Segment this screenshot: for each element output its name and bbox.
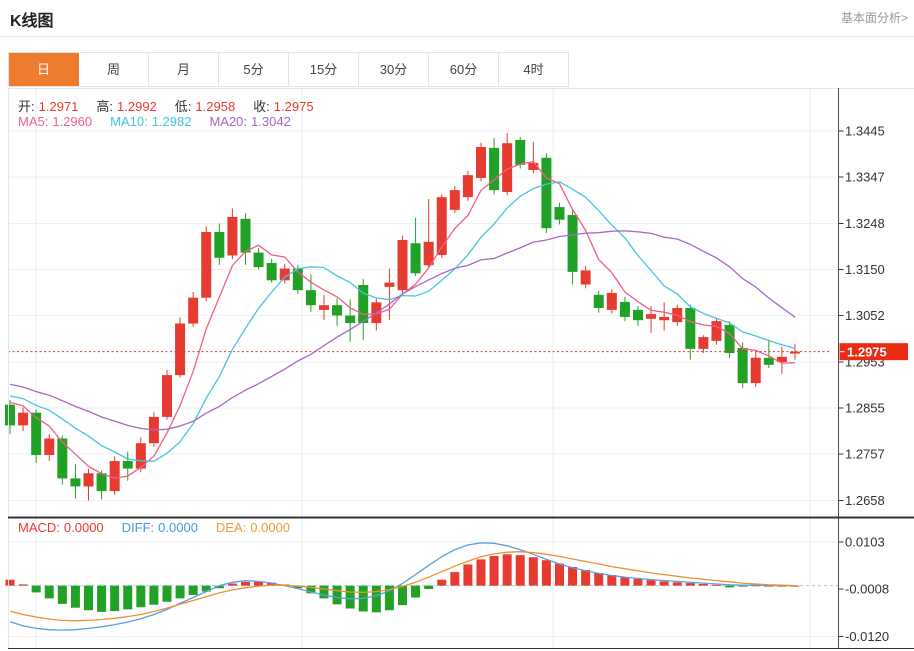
ma-label: MA5: xyxy=(18,114,48,129)
macd-info-item-1: DIFF:0.0000 xyxy=(122,520,202,535)
main-axis-labels: 1.34451.33471.32481.31501.30521.29531.28… xyxy=(838,124,885,509)
ohlc-label: 开: xyxy=(18,99,35,114)
ohlc-value: 1.2971 xyxy=(39,99,79,114)
ohlc-value: 1.2958 xyxy=(195,99,235,114)
grid-lines xyxy=(8,88,838,649)
ma-label: MA20: xyxy=(209,114,247,129)
ohlc-item-2: 低:1.2958 xyxy=(175,99,239,114)
macd-info-label: DEA: xyxy=(216,520,246,535)
ma-value: 1.2960 xyxy=(52,114,92,129)
ma-label: MA10: xyxy=(110,114,148,129)
main-axis-label: 1.3052 xyxy=(845,308,885,323)
ohlc-item-0: 开: 1.2971 xyxy=(18,99,82,114)
ma-item-1: MA10: 1.2982 xyxy=(110,114,195,129)
macd-info-item-0: MACD: 0.0000 xyxy=(18,520,108,535)
main-axis-label: 1.2855 xyxy=(845,401,885,416)
ma-value: 1.2982 xyxy=(152,114,192,129)
price-badge: 1.2975 xyxy=(840,343,909,360)
kline-page: { "header": { "title": "K线图", "link_labe… xyxy=(0,0,914,651)
ohlc-label: 收: xyxy=(253,99,270,114)
macd-axis-label: 0.0103 xyxy=(845,535,885,550)
ohlc-value: 1.2975 xyxy=(274,99,314,114)
tab-2[interactable]: 月 xyxy=(149,53,219,86)
main-axis-label: 1.3248 xyxy=(845,216,885,231)
interval-tabs: 日周月5分15分30分60分4时 xyxy=(8,52,569,87)
macd-info-label: DIFF: xyxy=(122,520,155,535)
ohlc-value: 1.2992 xyxy=(117,99,157,114)
ma-info-row: MA5: 1.2960 MA10: 1.2982 MA20: 1.3042 xyxy=(18,114,309,129)
ohlc-item-1: 高: 1.2992 xyxy=(96,99,160,114)
ma-value: 1.3042 xyxy=(251,114,291,129)
main-axis-label: 1.3445 xyxy=(845,124,885,139)
ma-item-0: MA5: 1.2960 xyxy=(18,114,96,129)
tab-1[interactable]: 周 xyxy=(79,53,149,86)
tab-6[interactable]: 60分 xyxy=(429,53,499,86)
tab-7[interactable]: 4时 xyxy=(499,53,568,86)
price-badge-value: 1.2975 xyxy=(847,344,887,359)
main-axis-label: 1.2757 xyxy=(845,447,885,462)
macd-axis-label: -0.0120 xyxy=(845,629,889,644)
tab-5[interactable]: 30分 xyxy=(359,53,429,86)
tab-3[interactable]: 5分 xyxy=(219,53,289,86)
main-axis-label: 1.3150 xyxy=(845,262,885,277)
macd-info-item-2: DEA: 0.0000 xyxy=(216,520,294,535)
ohlc-info-row: 开: 1.2971 高: 1.2992 低:1.2958 收: 1.2975 xyxy=(18,96,332,115)
macd-info-value: 0.0000 xyxy=(158,520,198,535)
macd-info-value: 0.0000 xyxy=(64,520,104,535)
main-axis-label: 1.3347 xyxy=(845,170,885,185)
ohlc-label: 低: xyxy=(175,99,192,114)
macd-axis-labels: 0.0103 -0.0008 -0.0120 xyxy=(838,535,889,645)
tab-0[interactable]: 日 xyxy=(9,53,79,86)
macd-info-value: 0.0000 xyxy=(250,520,290,535)
macd-info-row: MACD:0.0000DIFF:0.0000DEA:0.0000 xyxy=(18,520,308,535)
main-axis-label: 1.2658 xyxy=(845,493,885,508)
macd-info-label: MACD: xyxy=(18,520,60,535)
macd-axis-label: -0.0008 xyxy=(845,582,889,597)
ohlc-item-3: 收: 1.2975 xyxy=(253,99,317,114)
ma-item-2: MA20: 1.3042 xyxy=(209,114,294,129)
ohlc-label: 高: xyxy=(96,99,113,114)
tab-4[interactable]: 15分 xyxy=(289,53,359,86)
